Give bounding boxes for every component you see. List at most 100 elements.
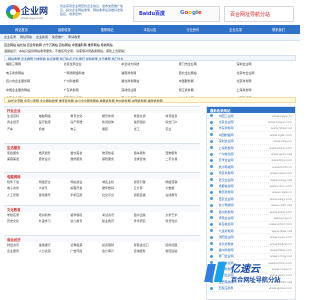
directory-link[interactable]: 西北企业网站: [179, 71, 237, 77]
category-link[interactable]: 网络安全: [39, 180, 71, 184]
category-link[interactable]: 贸易进出口: [134, 243, 166, 247]
category-link[interactable]: 咨询服务: [134, 249, 166, 253]
sidebar-item-name[interactable]: 西安企业网: [219, 197, 249, 201]
category-link[interactable]: 在线教育: [165, 193, 197, 197]
category-link[interactable]: 硬件数码: [102, 186, 134, 190]
category-link[interactable]: 证券股票: [70, 243, 102, 247]
category-link[interactable]: 综合门户: [165, 120, 197, 124]
category-link[interactable]: 娱乐休闲: [102, 114, 134, 118]
sidebar-item-name[interactable]: 哈尔滨导航: [219, 242, 249, 246]
category-link[interactable]: 保险服务: [102, 157, 134, 161]
category-link[interactable]: 电脑网络: [39, 114, 71, 118]
directory-link[interactable]: 北京市企业网: [236, 71, 294, 77]
directory-link[interactable]: 北京商务网: [236, 79, 294, 85]
directory-link[interactable]: 中国企业服务网站: [6, 88, 64, 94]
category-link[interactable]: 体育健身: [165, 114, 197, 118]
sidebar-item-name[interactable]: 沈阳企业网: [219, 235, 249, 239]
category-link[interactable]: 教育文化: [70, 114, 102, 118]
category-link[interactable]: 新闻媒体: [102, 120, 134, 124]
nav-item[interactable]: 本站公告: [144, 27, 157, 32]
category-link[interactable]: 企业服务: [7, 249, 39, 253]
category-link[interactable]: 网络营销: [165, 180, 197, 184]
category-link[interactable]: 学术研究: [134, 219, 166, 223]
category-link[interactable]: 历史文化: [7, 219, 39, 223]
category-link[interactable]: 美容美发: [7, 157, 39, 161]
sidebar-item-name[interactable]: 中国工业网: [219, 114, 249, 118]
sidebar-item-name[interactable]: 天津企业网: [219, 158, 249, 162]
sidebar-item-name[interactable]: 华东商务网: [219, 126, 249, 130]
category-link[interactable]: 婚庆摄影: [39, 151, 71, 155]
directory-link[interactable]: 广东商务网: [64, 88, 122, 94]
directory-link[interactable]: 四川省企业服务网: [6, 79, 64, 85]
directory-link[interactable]: 湖南商务网: [121, 71, 179, 77]
sidebar-item-name[interactable]: 郑州商务网: [219, 210, 249, 214]
category-link[interactable]: 广告传媒: [70, 249, 102, 253]
nav-item[interactable]: 企业名录: [229, 27, 242, 32]
subnav-item[interactable]: 企业新闻: [36, 35, 48, 39]
category-link[interactable]: 人力资源: [39, 249, 71, 253]
nav-item[interactable]: 行业资讯: [186, 27, 199, 32]
category-link[interactable]: 留学移民: [70, 213, 102, 217]
category-link[interactable]: 招商加盟: [165, 243, 197, 247]
directory-link[interactable]: 中企动力科技: [121, 62, 179, 68]
category-link[interactable]: 域名主机: [102, 180, 134, 184]
sidebar-item-name[interactable]: 武汉企业网: [219, 178, 249, 182]
directory-link[interactable]: 深圳企业网: [236, 62, 294, 68]
directory-link[interactable]: 中国服务网: [179, 79, 237, 85]
nav-item[interactable]: 推荐网站: [101, 27, 114, 32]
sidebar-item-name[interactable]: 长沙导航网: [219, 203, 249, 207]
category-link[interactable]: 服装: [102, 127, 134, 131]
subnav-item[interactable]: 企业名录: [4, 35, 16, 39]
directory-link[interactable]: 浙江商务网: [179, 88, 237, 94]
category-link[interactable]: 租车服务: [134, 151, 166, 155]
category-link[interactable]: 视频直播: [134, 193, 166, 197]
category-link[interactable]: 投资理财: [102, 243, 134, 247]
category-link[interactable]: 旅游交通: [134, 114, 166, 118]
category-link[interactable]: 培训机构: [39, 213, 71, 217]
category-link[interactable]: 物流运输: [165, 249, 197, 253]
directory-link[interactable]: 深圳创业网: [121, 88, 179, 94]
brand-link[interactable]: 百合网址导航分站: [224, 6, 294, 22]
category-link[interactable]: 房产家居: [70, 120, 102, 124]
category-link[interactable]: 会计审计: [102, 249, 134, 253]
sidebar-item-name[interactable]: 福州商务网: [219, 248, 249, 252]
category-link[interactable]: 科普知识: [165, 219, 197, 223]
sidebar-item-name[interactable]: 青岛信息网: [219, 222, 249, 226]
directory-link[interactable]: 厦门市企业网: [179, 62, 237, 68]
category-link[interactable]: 化工: [134, 127, 166, 131]
category-link[interactable]: 法律咨询: [134, 157, 166, 161]
category-link[interactable]: 幼儿教育: [70, 219, 102, 223]
category-link[interactable]: 网站建设: [70, 180, 102, 184]
category-link[interactable]: 物流快递: [102, 151, 134, 155]
category-link[interactable]: 生活百科: [7, 114, 39, 118]
category-link[interactable]: 医疗健康: [39, 120, 71, 124]
category-link[interactable]: 软件下载: [7, 180, 39, 184]
category-link[interactable]: 二手交易: [165, 157, 197, 161]
category-link[interactable]: 搜索引擎: [134, 180, 166, 184]
sidebar-item-name[interactable]: 济南企业网: [219, 216, 249, 220]
category-link[interactable]: 外语学习: [39, 219, 71, 223]
category-link[interactable]: IT资讯: [39, 186, 71, 190]
category-link[interactable]: 餐饮美食: [70, 151, 102, 155]
nav-item[interactable]: 最新收录: [58, 27, 71, 32]
category-link[interactable]: 编程开发: [70, 186, 102, 190]
category-link[interactable]: 装修设计: [39, 157, 71, 161]
category-link[interactable]: 宠物服务: [165, 151, 197, 155]
directory-header[interactable]: 网站收录 企业推荐 分类导航 站点地图 热门站点 行业排行 最新收录 今日推荐 …: [4, 55, 296, 61]
category-link[interactable]: 维修服务: [70, 157, 102, 161]
sidebar-item-name[interactable]: 重庆商务网: [219, 190, 249, 194]
sidebar-item-name[interactable]: 深圳企业网: [219, 139, 249, 143]
category-link[interactable]: 政府组织: [134, 120, 166, 124]
sidebar-item-name[interactable]: 上海商务网: [219, 146, 249, 150]
category-link[interactable]: 云计算: [134, 186, 166, 190]
category-link[interactable]: 家政服务: [7, 151, 39, 155]
category-link[interactable]: 农业: [165, 127, 197, 131]
category-link[interactable]: 财经资讯: [7, 243, 39, 247]
category-link[interactable]: 职业教育: [102, 219, 134, 223]
category-link[interactable]: 游戏娱乐: [39, 193, 71, 197]
directory-link[interactable]: 上海商务网: [236, 88, 294, 94]
search-engine-box[interactable]: Baidu百度 Google: [133, 6, 220, 22]
category-link[interactable]: 金融银行: [39, 243, 71, 247]
featured-row[interactable]: 站长交流群 北京公司网 企业网站收录 重庆商务网 中小企业服务网站 成都商务网 …: [4, 97, 296, 103]
category-link[interactable]: 电子商务: [7, 186, 39, 190]
